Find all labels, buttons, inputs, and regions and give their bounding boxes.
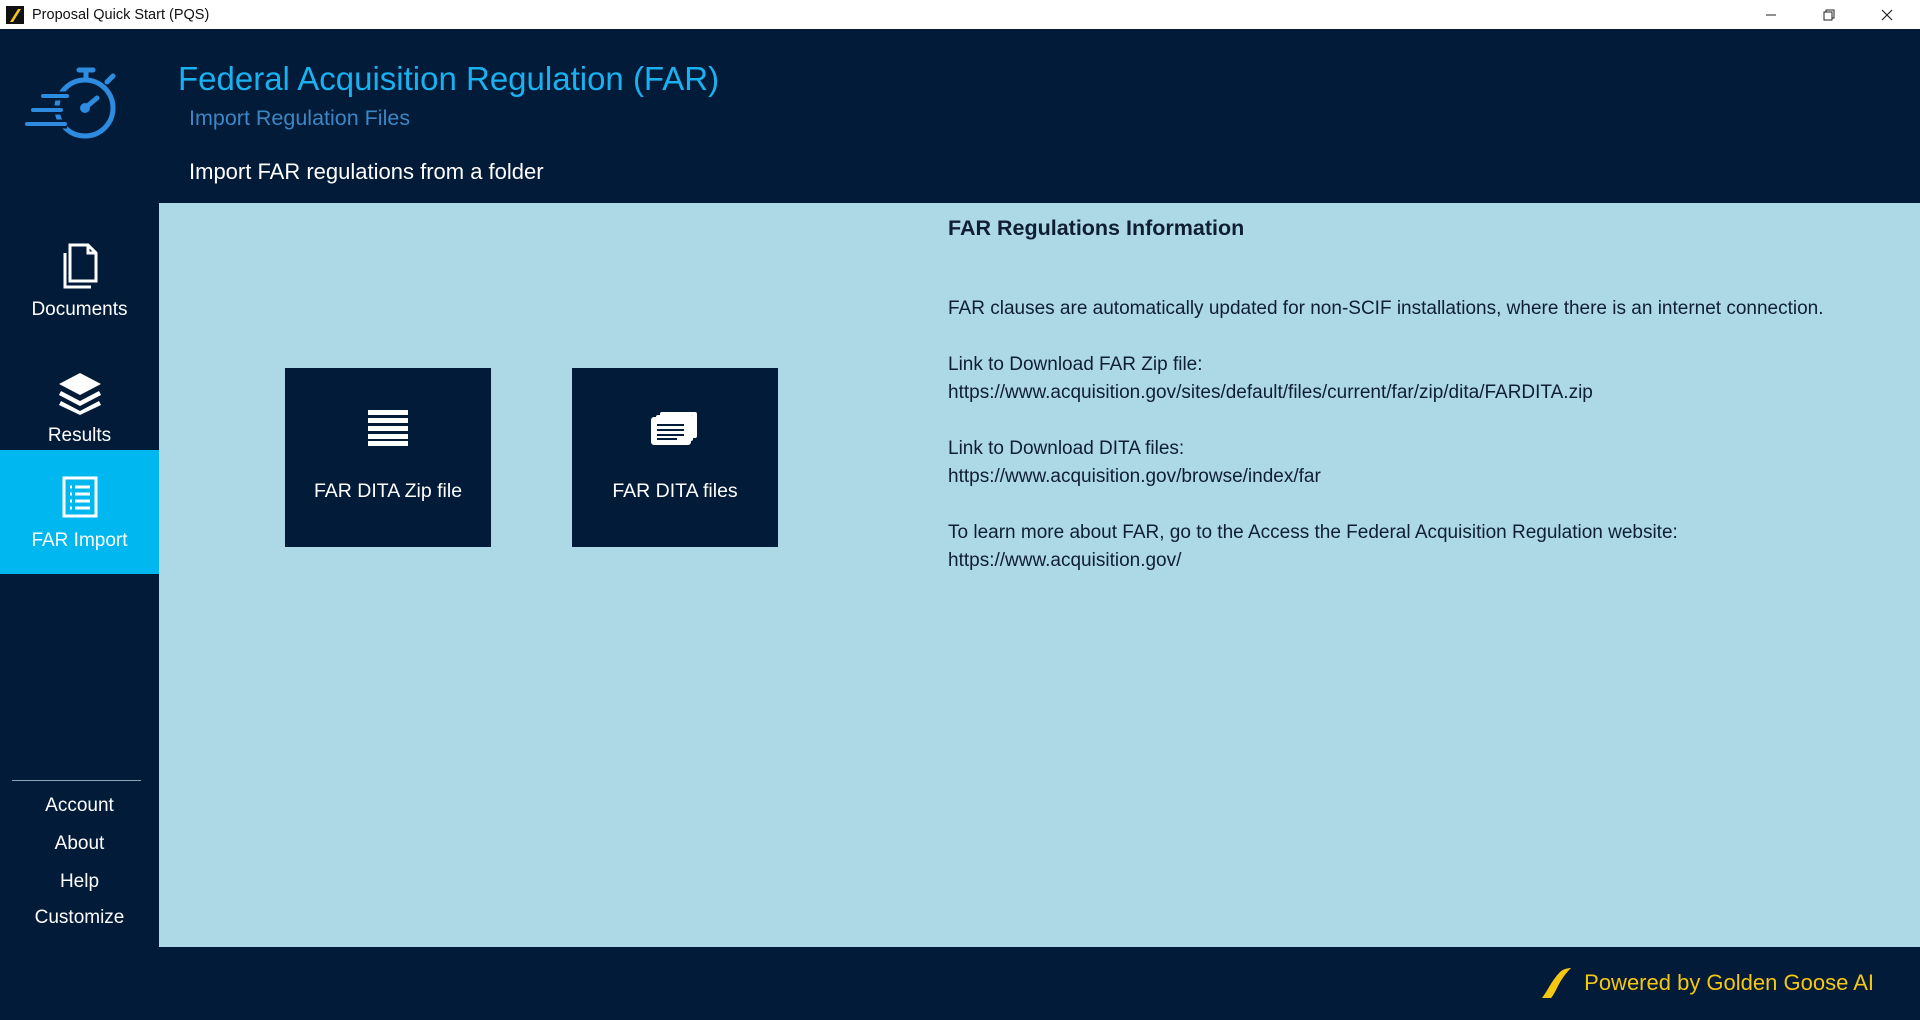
golden-goose-logo-icon: [1542, 968, 1572, 998]
restore-icon: [1823, 9, 1835, 20]
sidebar-item-far-import[interactable]: FAR Import: [0, 450, 159, 574]
learn-more-text: To learn more about FAR, go to the Acces…: [948, 522, 1678, 543]
sidebar-divider: [12, 780, 141, 781]
window-title: Proposal Quick Start (PQS): [32, 6, 210, 23]
far-dita-zip-button[interactable]: FAR DITA Zip file: [285, 368, 491, 547]
minimize-button[interactable]: [1742, 0, 1800, 29]
zip-link-label: Link to Download FAR Zip file:: [948, 354, 1203, 375]
footer: Powered by Golden Goose AI: [0, 947, 1920, 1020]
restore-button[interactable]: [1800, 0, 1858, 29]
stacked-lines-icon: [368, 410, 408, 446]
zip-link-url[interactable]: https://www.acquisition.gov/sites/defaul…: [948, 379, 1908, 407]
sidebar-item-label: Results: [47, 425, 112, 446]
list-page-icon: [62, 476, 97, 518]
tile-label: FAR DITA Zip file: [313, 480, 463, 502]
learn-more-url[interactable]: https://www.acquisition.gov/: [948, 547, 1908, 575]
files-stack-icon: [651, 412, 697, 445]
account-link[interactable]: Account: [0, 795, 159, 817]
customize-link[interactable]: Customize: [0, 907, 159, 929]
page-description: Import FAR regulations from a folder: [189, 159, 544, 184]
minimize-icon: [1766, 14, 1776, 15]
sidebar-item-label: Documents: [31, 299, 128, 320]
info-section: FAR Regulations Information FAR clauses …: [948, 213, 1908, 575]
close-button[interactable]: [1858, 0, 1916, 29]
page-title: Federal Acquisition Regulation (FAR): [178, 60, 720, 97]
close-icon: [1881, 9, 1893, 20]
info-title: FAR Regulations Information: [948, 216, 1245, 240]
about-link[interactable]: About: [0, 833, 159, 855]
tile-label: FAR DITA files: [612, 480, 738, 502]
main-panel: FAR DITA Zip file FAR DITA files FAR Reg…: [159, 203, 1920, 947]
title-bar: Proposal Quick Start (PQS): [0, 0, 1920, 29]
powered-by-text: Powered by Golden Goose AI: [1584, 970, 1874, 995]
powered-by: Powered by Golden Goose AI: [1538, 966, 1874, 1000]
sidebar-item-label: FAR Import: [31, 530, 128, 551]
sidebar: Documents Results FAR Import Account Abo…: [0, 29, 159, 947]
help-link[interactable]: Help: [0, 871, 159, 893]
page-subtitle: Import Regulation Files: [189, 106, 411, 130]
dita-link-label: Link to Download DITA files:: [948, 438, 1185, 459]
sidebar-item-documents[interactable]: Documents: [0, 219, 159, 343]
layers-icon: [58, 373, 101, 415]
auto-update-text: FAR clauses are automatically updated fo…: [948, 298, 1824, 319]
stopwatch-logo-icon: [25, 67, 116, 139]
far-dita-files-button[interactable]: FAR DITA files: [572, 368, 778, 547]
dita-link-url[interactable]: https://www.acquisition.gov/browse/index…: [948, 463, 1908, 491]
document-icon: [63, 243, 97, 289]
app-logo-icon: [6, 5, 24, 24]
